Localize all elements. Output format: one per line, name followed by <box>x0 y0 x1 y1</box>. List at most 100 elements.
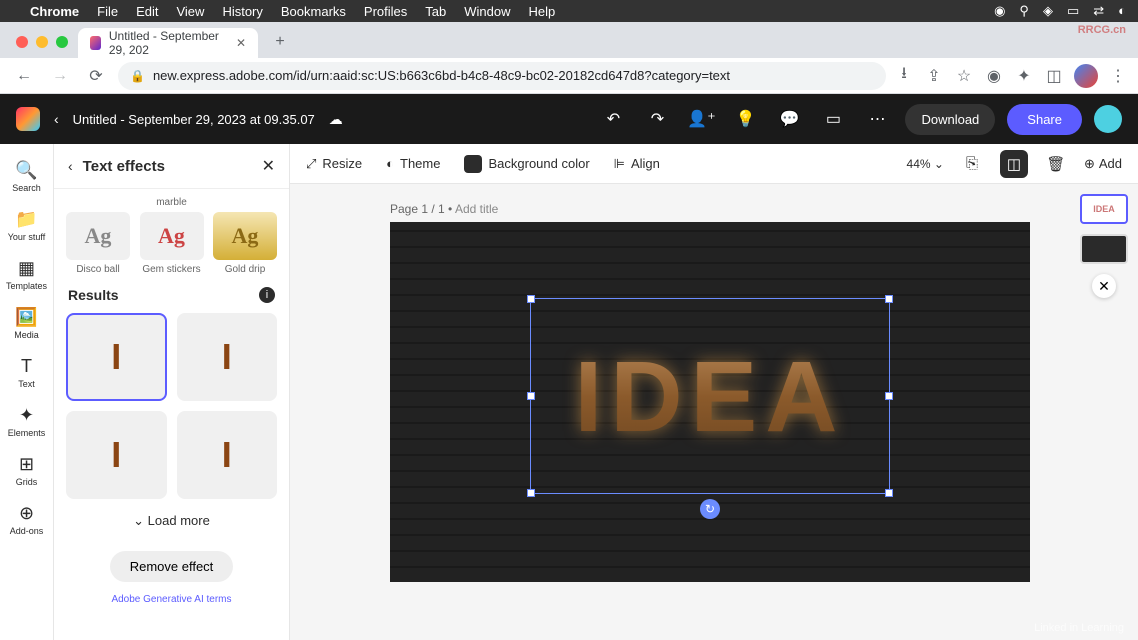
resize-button[interactable]: ⤢Resize <box>306 156 362 172</box>
folder-icon: 📁 <box>15 209 37 230</box>
page-thumb-1[interactable]: IDEA <box>1080 194 1128 224</box>
wifi2-icon[interactable]: ◈ <box>1043 3 1053 19</box>
color-swatch <box>464 155 482 173</box>
rail-templates[interactable]: ▦Templates <box>0 250 53 299</box>
extension-icon[interactable]: ◉ <box>984 66 1004 86</box>
menu-bookmarks[interactable]: Bookmarks <box>281 4 346 19</box>
wifi-icon[interactable]: ⚲ <box>1019 3 1029 19</box>
browser-tab[interactable]: Untitled - September 29, 202 ✕ <box>78 28 258 58</box>
menu-profiles[interactable]: Profiles <box>364 4 407 19</box>
add-page-button[interactable]: ⊕Add <box>1084 156 1122 172</box>
user-avatar[interactable] <box>1094 105 1122 133</box>
resize-handle-br[interactable] <box>885 489 893 497</box>
lock-icon: 🔒 <box>130 69 145 83</box>
resize-handle-tl[interactable] <box>527 295 535 303</box>
rail-search[interactable]: 🔍Search <box>0 152 53 201</box>
download-button[interactable]: Download <box>905 104 995 135</box>
rail-elements[interactable]: ✦Elements <box>0 397 53 446</box>
resize-handle-bl[interactable] <box>527 489 535 497</box>
preset-disco-ball[interactable]: Ag Disco ball <box>66 212 130 275</box>
bookmark-icon[interactable]: ☆ <box>954 66 974 86</box>
menu-file[interactable]: File <box>97 4 118 19</box>
resize-handle-mr[interactable] <box>885 392 893 400</box>
search-icon: 🔍 <box>15 160 37 181</box>
align-button[interactable]: ⊫Align <box>614 156 660 172</box>
comment-button[interactable]: 💬 <box>773 103 805 135</box>
preset-gem-stickers[interactable]: Ag Gem stickers <box>140 212 204 275</box>
redo-button[interactable]: ↷ <box>641 103 673 135</box>
resize-handle-tr[interactable] <box>885 295 893 303</box>
add-title-button[interactable]: Add title <box>455 202 498 216</box>
menubar-app[interactable]: Chrome <box>30 4 79 19</box>
elements-icon: ✦ <box>19 405 34 426</box>
url-bar[interactable]: 🔒 new.express.adobe.com/id/urn:aaid:sc:U… <box>118 62 886 90</box>
nav-reload-button[interactable]: ⟳ <box>82 62 110 90</box>
panel-close-button[interactable]: ✕ <box>262 156 275 176</box>
nav-forward-button[interactable]: → <box>46 62 74 90</box>
window-minimize-button[interactable] <box>36 36 48 48</box>
document-title[interactable]: Untitled - September 29, 2023 at 09.35.0… <box>73 112 315 127</box>
resize-icon: ⤢ <box>306 156 316 172</box>
load-more-button[interactable]: Load more <box>66 499 277 543</box>
invite-button[interactable]: 👤⁺ <box>685 103 717 135</box>
nav-back-button[interactable]: ← <box>10 62 38 90</box>
status-icon[interactable]: ◉ <box>994 3 1005 19</box>
thumb-close-button[interactable]: ✕ <box>1092 274 1116 298</box>
menu-edit[interactable]: Edit <box>136 4 158 19</box>
toggle-icon[interactable]: ⇄ <box>1093 3 1104 19</box>
profile-avatar[interactable] <box>1074 64 1098 88</box>
bgcolor-button[interactable]: Background color <box>464 155 589 173</box>
layers-button[interactable]: ◫ <box>1000 150 1028 178</box>
share-icon[interactable]: ⇪ <box>924 66 944 86</box>
new-tab-button[interactable]: + <box>266 28 294 56</box>
canvas[interactable]: IDEA ↻ <box>390 222 1030 582</box>
rail-your-stuff[interactable]: 📁Your stuff <box>0 201 53 250</box>
tab-close-icon[interactable]: ✕ <box>236 36 246 50</box>
result-item-1[interactable]: I <box>66 313 167 401</box>
zoom-level[interactable]: 44% ⌄ <box>907 157 944 171</box>
result-item-3[interactable]: I <box>66 411 167 499</box>
sidepanel-icon[interactable]: ◫ <box>1044 66 1064 86</box>
menu-history[interactable]: History <box>222 4 262 19</box>
menu-help[interactable]: Help <box>529 4 556 19</box>
menu-view[interactable]: View <box>176 4 204 19</box>
menu-tab[interactable]: Tab <box>425 4 446 19</box>
preset-gold-drip[interactable]: Ag Gold drip <box>213 212 277 275</box>
menu-icon[interactable]: ⋮ <box>1108 66 1128 86</box>
rail-media[interactable]: 🖼️Media <box>0 299 53 348</box>
result-item-4[interactable]: I <box>177 411 278 499</box>
rail-grids[interactable]: ⊞Grids <box>0 446 53 495</box>
page-thumb-2[interactable] <box>1080 234 1128 264</box>
extensions-icon[interactable]: ✦ <box>1014 66 1034 86</box>
ai-terms-link[interactable]: Adobe Generative AI terms <box>66 590 277 613</box>
install-icon[interactable]: ⭳ <box>894 66 914 86</box>
adobe-express-logo[interactable] <box>16 107 40 131</box>
rail-text[interactable]: TText <box>0 348 53 397</box>
text-selection-box[interactable]: IDEA ↻ <box>530 298 890 494</box>
page-info: Page 1 / 1 • Add title <box>320 202 1078 216</box>
help-button[interactable]: 💡 <box>729 103 761 135</box>
result-item-2[interactable]: I <box>177 313 278 401</box>
rail-addons[interactable]: ⊕Add-ons <box>0 495 53 544</box>
chrome-toolbar: ← → ⟳ 🔒 new.express.adobe.com/id/urn:aai… <box>0 58 1138 94</box>
window-maximize-button[interactable] <box>56 36 68 48</box>
duplicate-button[interactable]: ⎘ <box>958 150 986 178</box>
more-button[interactable]: ⋯ <box>861 103 893 135</box>
canvas-text[interactable]: IDEA <box>531 299 889 495</box>
battery-icon[interactable]: ▭ <box>1067 3 1079 19</box>
panel-back-button[interactable]: ‹ <box>68 158 73 174</box>
delete-button[interactable]: 🗑 <box>1042 150 1070 178</box>
share-button[interactable]: Share <box>1007 104 1082 135</box>
menu-window[interactable]: Window <box>464 4 510 19</box>
rotate-handle[interactable]: ↻ <box>700 499 720 519</box>
remove-effect-button[interactable]: Remove effect <box>110 551 234 582</box>
control-center-icon[interactable]: ◐ <box>1118 3 1126 19</box>
back-button[interactable]: ‹ <box>54 111 59 127</box>
present-button[interactable]: ▭ <box>817 103 849 135</box>
undo-button[interactable]: ↶ <box>597 103 629 135</box>
resize-handle-ml[interactable] <box>527 392 535 400</box>
info-icon[interactable]: i <box>259 287 275 303</box>
window-close-button[interactable] <box>16 36 28 48</box>
theme-button[interactable]: ◐Theme <box>386 156 440 171</box>
cloud-sync-icon[interactable]: ☁ <box>329 111 343 128</box>
